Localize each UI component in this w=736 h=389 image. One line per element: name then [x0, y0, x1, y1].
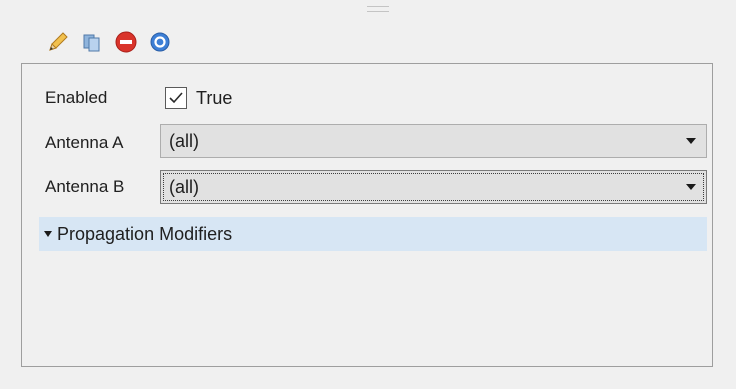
antenna-b-selected-value: (all)	[169, 176, 199, 197]
enabled-value-label: True	[196, 87, 233, 108]
copy-button[interactable]	[78, 28, 106, 56]
antenna-a-label: Antenna A	[45, 133, 124, 152]
checkmark-icon	[169, 92, 183, 104]
expand-triangle-icon[interactable]	[44, 231, 52, 237]
delete-button[interactable]	[112, 28, 140, 56]
pencil-icon	[49, 32, 68, 51]
splitter-grip[interactable]	[367, 6, 389, 12]
chevron-down-icon	[686, 184, 696, 190]
antenna-b-label: Antenna B	[45, 177, 125, 196]
antenna-b-dropdown[interactable]: (all)	[160, 170, 707, 204]
help-icon	[150, 32, 170, 52]
toolbar	[44, 28, 174, 56]
help-button[interactable]	[146, 28, 174, 56]
properties-panel: Enabled True Antenna A (all) Antenna B (…	[21, 63, 713, 367]
checkbox-box[interactable]	[165, 87, 187, 109]
propagation-modifiers-section[interactable]: Propagation Modifiers	[39, 217, 707, 251]
edit-button[interactable]	[44, 28, 72, 56]
chevron-down-icon	[686, 138, 696, 144]
delete-icon	[115, 31, 137, 53]
enabled-checkbox[interactable]: True	[165, 86, 232, 110]
antenna-a-dropdown[interactable]: (all)	[160, 124, 707, 158]
copy-icon	[83, 34, 100, 52]
section-title: Propagation Modifiers	[57, 223, 233, 244]
antenna-a-selected-value: (all)	[169, 130, 199, 151]
enabled-label: Enabled	[45, 88, 108, 107]
